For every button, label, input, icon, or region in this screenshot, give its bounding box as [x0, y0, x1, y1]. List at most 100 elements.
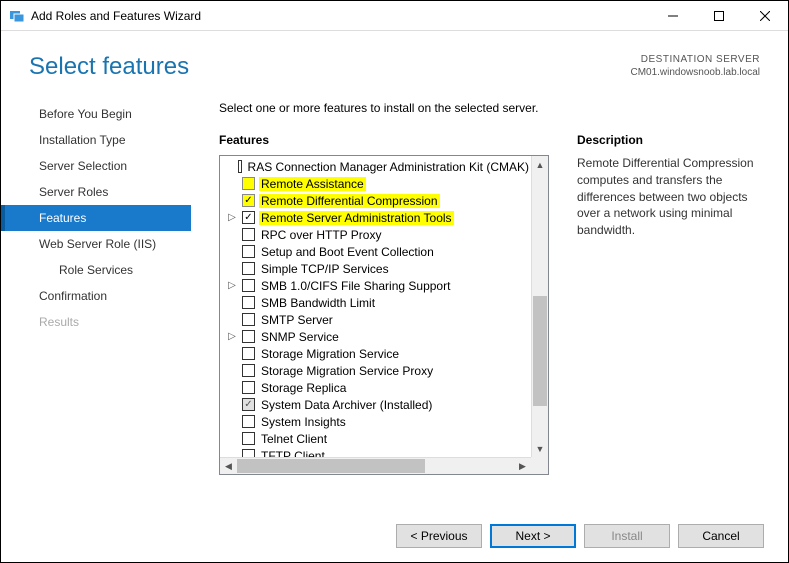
scroll-down-icon[interactable]: ▼	[532, 440, 548, 457]
minimize-button[interactable]	[650, 1, 696, 31]
features-list[interactable]: ▷ RAS Connection Manager Administration K…	[220, 156, 531, 457]
nav-item-role-services[interactable]: Role Services	[1, 257, 191, 283]
feature-checkbox[interactable]	[242, 262, 255, 275]
feature-row[interactable]: ▷SMB Bandwidth Limit	[220, 294, 531, 311]
feature-checkbox[interactable]	[242, 415, 255, 428]
description-text: Remote Differential Compression computes…	[577, 155, 760, 239]
description-column: Description Remote Differential Compress…	[577, 133, 760, 517]
description-label: Description	[577, 133, 760, 147]
feature-checkbox[interactable]	[242, 449, 255, 457]
destination-label: DESTINATION SERVER	[630, 53, 760, 66]
close-button[interactable]	[742, 1, 788, 31]
feature-label: Telnet Client	[259, 432, 329, 446]
install-button[interactable]: Install	[584, 524, 670, 548]
nav-item-web-server-role-iis-[interactable]: Web Server Role (IIS)	[1, 231, 191, 257]
expander-icon[interactable]: ▷	[226, 212, 238, 223]
feature-row[interactable]: ▷ SNMP Service	[220, 328, 531, 345]
scroll-left-icon[interactable]: ◀	[220, 458, 237, 474]
feature-checkbox[interactable]	[242, 432, 255, 445]
feature-checkbox[interactable]	[242, 381, 255, 394]
feature-checkbox[interactable]	[242, 313, 255, 326]
feature-label: Simple TCP/IP Services	[259, 262, 391, 276]
scroll-right-icon[interactable]: ▶	[514, 458, 531, 474]
feature-checkbox[interactable]	[242, 177, 255, 190]
horizontal-scrollbar[interactable]: ◀ ▶	[220, 457, 531, 474]
feature-checkbox[interactable]	[242, 347, 255, 360]
header: Select features DESTINATION SERVER CM01.…	[1, 31, 788, 91]
features-label: Features	[219, 133, 549, 147]
nav-item-before-you-begin[interactable]: Before You Begin	[1, 101, 191, 127]
feature-label: RPC over HTTP Proxy	[259, 228, 383, 242]
feature-row[interactable]: ▷Simple TCP/IP Services	[220, 260, 531, 277]
hscroll-thumb[interactable]	[237, 459, 425, 473]
feature-row[interactable]: ▷TFTP Client	[220, 447, 531, 457]
feature-row[interactable]: ▷RPC over HTTP Proxy	[220, 226, 531, 243]
feature-row[interactable]: ▷RAS Connection Manager Administration K…	[220, 158, 531, 175]
feature-checkbox[interactable]	[242, 228, 255, 241]
feature-label: SMB 1.0/CIFS File Sharing Support	[259, 279, 452, 293]
vertical-scrollbar[interactable]: ▲ ▼	[531, 156, 548, 457]
nav-item-features[interactable]: Features	[1, 205, 191, 231]
app-icon	[9, 8, 25, 24]
feature-label: SMTP Server	[259, 313, 335, 327]
feature-checkbox[interactable]	[238, 160, 242, 173]
body: Before You BeginInstallation TypeServer …	[1, 91, 788, 517]
feature-label: Setup and Boot Event Collection	[259, 245, 436, 259]
page-title: Select features	[29, 53, 189, 81]
feature-row[interactable]: ▷System Data Archiver (Installed)	[220, 396, 531, 413]
feature-checkbox[interactable]	[242, 296, 255, 309]
feature-row[interactable]: ▷Remote Differential Compression	[220, 192, 531, 209]
feature-checkbox[interactable]	[242, 245, 255, 258]
features-listbox[interactable]: ▷ RAS Connection Manager Administration K…	[219, 155, 549, 475]
feature-checkbox[interactable]	[242, 194, 255, 207]
content: Select one or more features to install o…	[191, 91, 760, 517]
columns: Features ▷ RAS Connection Manager Adminis…	[219, 133, 760, 517]
feature-row[interactable]: ▷System Insights	[220, 413, 531, 430]
feature-row[interactable]: ▷Remote Assistance	[220, 175, 531, 192]
next-button[interactable]: Next >	[490, 524, 576, 548]
destination-value: CM01.windowsnoob.lab.local	[630, 66, 760, 79]
vscroll-thumb[interactable]	[533, 296, 547, 406]
feature-row[interactable]: ▷Storage Replica	[220, 379, 531, 396]
feature-label: Storage Replica	[259, 381, 348, 395]
maximize-button[interactable]	[696, 1, 742, 31]
window-title: Add Roles and Features Wizard	[31, 9, 650, 23]
feature-label: System Insights	[259, 415, 348, 429]
expander-icon[interactable]: ▷	[226, 280, 238, 291]
cancel-button[interactable]: Cancel	[678, 524, 764, 548]
feature-label: Remote Differential Compression	[259, 194, 440, 208]
feature-row[interactable]: ▷SMTP Server	[220, 311, 531, 328]
feature-row[interactable]: ▷ SMB 1.0/CIFS File Sharing Support	[220, 277, 531, 294]
nav-item-confirmation[interactable]: Confirmation	[1, 283, 191, 309]
nav-item-server-selection[interactable]: Server Selection	[1, 153, 191, 179]
feature-label: Storage Migration Service	[259, 347, 401, 361]
nav-item-results: Results	[1, 309, 191, 335]
feature-row[interactable]: ▷Telnet Client	[220, 430, 531, 447]
feature-label: RAS Connection Manager Administration Ki…	[246, 160, 531, 174]
feature-checkbox[interactable]	[242, 364, 255, 377]
titlebar: Add Roles and Features Wizard	[1, 1, 788, 31]
feature-row[interactable]: ▷Storage Migration Service Proxy	[220, 362, 531, 379]
scroll-corner	[531, 457, 548, 474]
previous-button[interactable]: < Previous	[396, 524, 482, 548]
feature-label: SNMP Service	[259, 330, 341, 344]
expander-icon[interactable]: ▷	[226, 331, 238, 342]
feature-checkbox[interactable]	[242, 211, 255, 224]
footer: < Previous Next > Install Cancel	[1, 510, 788, 562]
feature-label: TFTP Client	[259, 449, 327, 458]
feature-row[interactable]: ▷Storage Migration Service	[220, 345, 531, 362]
feature-label: Storage Migration Service Proxy	[259, 364, 435, 378]
feature-label: SMB Bandwidth Limit	[259, 296, 377, 310]
feature-checkbox[interactable]	[242, 279, 255, 292]
feature-row[interactable]: ▷Remote Server Administration Tools	[220, 209, 531, 226]
scroll-up-icon[interactable]: ▲	[532, 156, 548, 173]
destination-server: DESTINATION SERVER CM01.windowsnoob.lab.…	[630, 53, 760, 79]
feature-checkbox[interactable]	[242, 398, 255, 411]
nav-item-installation-type[interactable]: Installation Type	[1, 127, 191, 153]
window-buttons	[650, 1, 788, 30]
wizard-nav: Before You BeginInstallation TypeServer …	[1, 91, 191, 517]
features-column: Features ▷ RAS Connection Manager Adminis…	[219, 133, 549, 517]
feature-checkbox[interactable]	[242, 330, 255, 343]
nav-item-server-roles[interactable]: Server Roles	[1, 179, 191, 205]
feature-row[interactable]: ▷Setup and Boot Event Collection	[220, 243, 531, 260]
